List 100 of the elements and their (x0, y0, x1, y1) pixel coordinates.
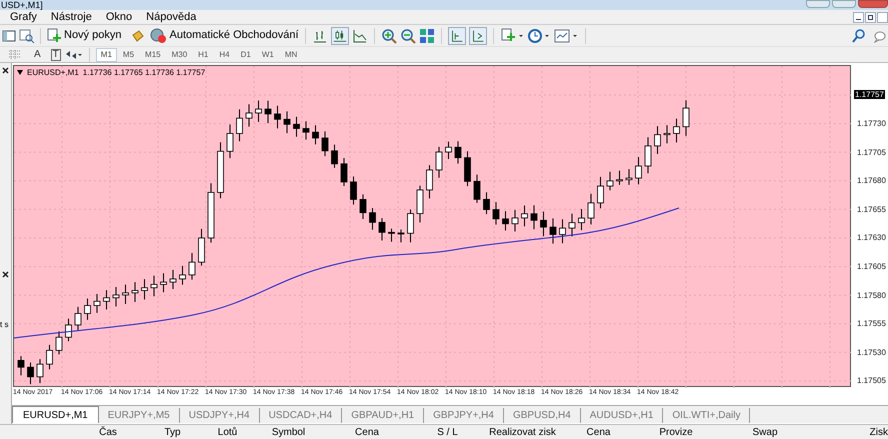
tile-windows-icon[interactable] (418, 28, 435, 44)
text-tool-button[interactable]: A (34, 50, 41, 60)
candlestick (550, 218, 556, 244)
chart-shift-icon[interactable] (448, 26, 466, 44)
new-order-button[interactable]: Nový pokyn (46, 27, 122, 44)
candlestick (141, 278, 148, 300)
candlestick (274, 105, 281, 129)
chart-tab[interactable]: EURJPY+,M5 (98, 408, 180, 423)
candlestick (74, 306, 82, 331)
candlestick (112, 286, 120, 308)
candlestick (483, 192, 490, 215)
chart-tab[interactable]: OIL.WTI+,Daily (663, 408, 750, 423)
candlestick (654, 126, 661, 154)
candlestick (416, 185, 424, 224)
candlestick (236, 108, 243, 142)
column-header[interactable]: Symbol (253, 425, 324, 439)
chart-tab[interactable]: EURUSD+,M1 (12, 406, 99, 423)
close-icon[interactable] (2, 271, 9, 278)
candlestick (65, 318, 72, 342)
chart-tab[interactable]: USDJPY+,H4 (180, 408, 260, 423)
candlestick (322, 130, 328, 157)
candlestick (36, 358, 44, 384)
column-header[interactable]: Cena (324, 425, 410, 439)
close-icon[interactable] (2, 67, 9, 74)
candlestick (46, 344, 53, 370)
timeframe-button[interactable]: M30 (166, 48, 192, 62)
template-icon[interactable] (554, 28, 580, 44)
chart-tab[interactable]: GBPAUD+,H1 (342, 408, 424, 423)
candlestick (302, 120, 310, 140)
price-label: 1.17680 (857, 176, 886, 186)
column-header[interactable]: Čas (73, 425, 143, 439)
column-header[interactable]: Provize (637, 425, 715, 439)
timeframe-button[interactable]: M5 (118, 48, 140, 62)
candlestick (606, 171, 614, 191)
candlestick (540, 211, 547, 237)
candlestick (588, 193, 594, 226)
candlestick (664, 124, 670, 144)
menu-item[interactable]: Okno (106, 8, 132, 26)
candlestick (521, 205, 528, 227)
column-header[interactable]: Realizovat zisk (485, 425, 560, 439)
column-header[interactable]: Typ (143, 425, 202, 439)
menu-item[interactable]: Grafy (10, 8, 37, 26)
line-chart-icon[interactable] (352, 28, 368, 44)
candlestick (512, 209, 518, 232)
candlestick (369, 208, 376, 230)
candlestick (635, 156, 642, 185)
search-icon[interactable] (852, 28, 866, 42)
timeframe-button[interactable]: MN (280, 48, 302, 62)
candlestick (150, 275, 158, 297)
price-label: 1.17505 (857, 376, 886, 386)
menu-item[interactable]: Nástroje (50, 8, 92, 26)
zoom-out-icon[interactable] (400, 28, 416, 44)
candlestick (426, 164, 433, 199)
window-title: USD+,M1] (0, 0, 43, 10)
candlestick (179, 265, 186, 286)
timeframe-button[interactable]: M15 (140, 48, 166, 62)
column-header[interactable]: Swap (715, 425, 815, 439)
menu-item[interactable]: Nápověda (146, 8, 196, 26)
candlestick (350, 176, 357, 206)
timeframe-button[interactable]: D1 (236, 48, 256, 62)
candlestick (626, 168, 632, 186)
panel-icon[interactable] (2, 28, 16, 42)
chat-icon[interactable] (874, 28, 888, 42)
timeframe-button[interactable]: W1 (256, 48, 279, 62)
chart-tab[interactable]: USDCAD+,H4 (260, 408, 342, 423)
panel-text: t s (0, 321, 8, 329)
timeframe-button[interactable]: M1 (96, 48, 117, 62)
zoom-in-icon[interactable] (380, 28, 397, 44)
candlestick (226, 124, 234, 159)
column-header[interactable]: Lotů (202, 425, 253, 439)
candlestick-icon[interactable] (330, 26, 349, 44)
triangle-down-icon[interactable] (17, 70, 23, 75)
candlestick (559, 218, 566, 244)
chart-tab[interactable]: GBPUSD,H4 (504, 408, 581, 423)
candlestick (264, 100, 272, 124)
magnifier-chart-icon[interactable] (19, 28, 35, 42)
restore-button[interactable] (865, 12, 876, 23)
arrows-dropdown-icon[interactable] (64, 48, 83, 60)
indicator-add-icon[interactable] (500, 28, 524, 44)
chart-tab[interactable]: AUDUSD+,H1 (580, 408, 664, 423)
column-header[interactable]: Zisk (815, 425, 888, 439)
timeframe-button[interactable]: H1 (193, 48, 214, 62)
clock-icon[interactable] (526, 28, 551, 44)
chart-tab[interactable]: GBPJPY+,H4 (424, 408, 504, 423)
candlestick (312, 124, 319, 145)
column-header[interactable]: Cena (560, 425, 637, 439)
candlestick (464, 150, 471, 187)
candlestick (293, 116, 300, 138)
candlestick (340, 157, 348, 186)
candlestick (454, 140, 462, 164)
minimize-button[interactable] (853, 12, 864, 23)
candlestick (103, 290, 110, 310)
candlestick (94, 293, 100, 314)
auto-trading-button[interactable]: Automatické Obchodování (149, 27, 299, 44)
price-label: 1.17655 (857, 204, 886, 214)
autoscroll-icon[interactable] (468, 26, 487, 44)
timeframe-button[interactable]: H4 (214, 48, 235, 62)
text-label-tool-button[interactable]: T (50, 48, 61, 60)
candlestick (27, 362, 34, 385)
column-header[interactable]: S / L (410, 425, 485, 439)
